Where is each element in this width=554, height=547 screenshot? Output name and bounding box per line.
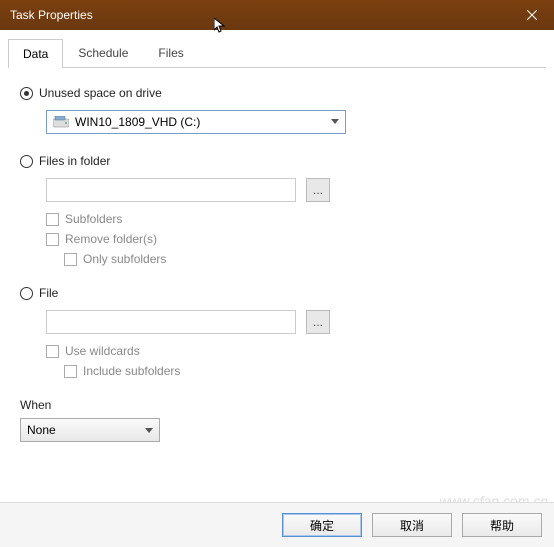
remove-folders-checkbox[interactable] bbox=[46, 233, 59, 246]
radio-unused-space-label: Unused space on drive bbox=[39, 86, 162, 100]
radio-file[interactable] bbox=[20, 287, 33, 300]
drive-select[interactable]: WIN10_1809_VHD (C:) bbox=[46, 110, 346, 134]
radio-file-label: File bbox=[39, 286, 58, 300]
folder-path-input[interactable] bbox=[46, 178, 296, 202]
only-subfolders-checkbox[interactable] bbox=[64, 253, 77, 266]
subfolders-checkbox[interactable] bbox=[46, 213, 59, 226]
chevron-down-icon bbox=[331, 119, 339, 124]
subfolders-check-row[interactable]: Subfolders bbox=[46, 212, 534, 226]
when-block: When None bbox=[20, 398, 534, 442]
radio-unused-space-row[interactable]: Unused space on drive bbox=[20, 86, 534, 100]
radio-file-row[interactable]: File bbox=[20, 286, 534, 300]
radio-files-folder-row[interactable]: Files in folder bbox=[20, 154, 534, 168]
radio-files-folder-label: Files in folder bbox=[39, 154, 110, 168]
include-subfolders-check-row[interactable]: Include subfolders bbox=[64, 364, 534, 378]
remove-folders-check-row[interactable]: Remove folder(s) bbox=[46, 232, 534, 246]
radio-unused-space[interactable] bbox=[20, 87, 33, 100]
help-button[interactable]: 帮助 bbox=[462, 513, 542, 537]
close-button[interactable] bbox=[509, 0, 554, 30]
close-icon bbox=[527, 10, 537, 20]
dialog-footer: 确定 取消 帮助 bbox=[0, 502, 554, 547]
subfolders-label: Subfolders bbox=[65, 212, 122, 226]
drive-icon bbox=[53, 116, 69, 128]
ok-button[interactable]: 确定 bbox=[282, 513, 362, 537]
content-area: Data Schedule Files Unused space on driv… bbox=[0, 30, 554, 452]
browse-folder-button[interactable]: ... bbox=[306, 178, 330, 202]
titlebar: Task Properties bbox=[0, 0, 554, 30]
radio-files-folder[interactable] bbox=[20, 155, 33, 168]
when-select[interactable]: None bbox=[20, 418, 160, 442]
tab-files[interactable]: Files bbox=[143, 38, 198, 67]
only-subfolders-label: Only subfolders bbox=[83, 252, 166, 266]
remove-folders-label: Remove folder(s) bbox=[65, 232, 157, 246]
tab-schedule[interactable]: Schedule bbox=[63, 38, 143, 67]
include-subfolders-label: Include subfolders bbox=[83, 364, 180, 378]
file-path-input[interactable] bbox=[46, 310, 296, 334]
window-title: Task Properties bbox=[10, 8, 93, 22]
drive-select-value: WIN10_1809_VHD (C:) bbox=[75, 115, 200, 129]
file-path-row: ... bbox=[46, 310, 534, 334]
wildcards-check-row[interactable]: Use wildcards bbox=[46, 344, 534, 358]
when-select-value: None bbox=[27, 423, 56, 437]
tab-bar: Data Schedule Files bbox=[8, 38, 546, 68]
browse-file-button[interactable]: ... bbox=[306, 310, 330, 334]
data-panel: Unused space on drive WIN10_1809_VHD (C:… bbox=[8, 68, 546, 452]
folder-path-row: ... bbox=[46, 178, 534, 202]
when-label: When bbox=[20, 398, 534, 412]
only-subfolders-check-row[interactable]: Only subfolders bbox=[64, 252, 534, 266]
wildcards-label: Use wildcards bbox=[65, 344, 140, 358]
tab-data[interactable]: Data bbox=[8, 39, 63, 68]
chevron-down-icon bbox=[145, 428, 153, 433]
wildcards-checkbox[interactable] bbox=[46, 345, 59, 358]
include-subfolders-checkbox[interactable] bbox=[64, 365, 77, 378]
cancel-button[interactable]: 取消 bbox=[372, 513, 452, 537]
